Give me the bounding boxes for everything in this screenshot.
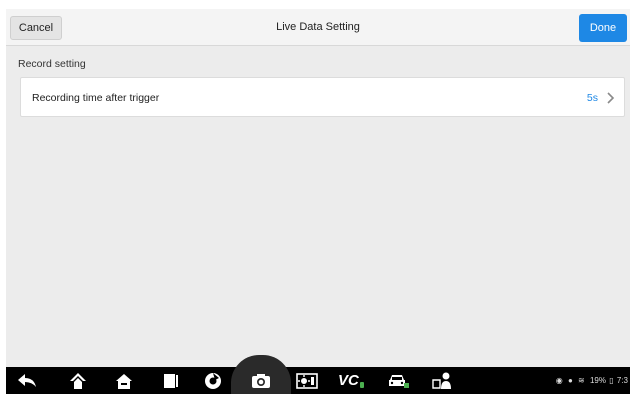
user-icon[interactable] <box>431 370 455 391</box>
back-icon[interactable] <box>16 370 38 391</box>
recording-time-label: Recording time after trigger <box>32 92 160 104</box>
done-button[interactable]: Done <box>579 14 627 42</box>
chevron-right-icon <box>604 91 616 105</box>
location-icon: ◉ <box>555 376 563 385</box>
status-bar: ◉ ● ≋ 19% ▯ 7:3 <box>553 367 628 394</box>
sync-icon: ● <box>567 376 573 385</box>
recording-time-row[interactable]: Recording time after trigger 5s <box>20 77 625 117</box>
vci-status-dot <box>359 381 364 388</box>
top-bar: Cancel Live Data Setting Done <box>6 9 630 46</box>
recording-time-value: 5s <box>586 92 598 104</box>
wifi-icon: ≋ <box>578 376 585 385</box>
clock: 7:3 <box>616 376 628 385</box>
browser-icon[interactable] <box>202 370 224 391</box>
vci-icon[interactable]: VC <box>338 370 364 391</box>
vci-label: VC <box>338 372 359 389</box>
vehicle-icon[interactable] <box>386 370 410 391</box>
display-icon[interactable] <box>295 370 319 391</box>
camera-icon[interactable] <box>250 370 272 391</box>
battery-level: 19% <box>589 376 606 385</box>
battery-icon: ▯ <box>609 376 614 385</box>
home-icon[interactable] <box>113 370 135 391</box>
cancel-button[interactable]: Cancel <box>10 16 62 40</box>
page-title: Live Data Setting <box>276 21 360 33</box>
recent-apps-icon[interactable] <box>159 370 181 391</box>
app-screen: Cancel Live Data Setting Done Record set… <box>6 9 630 394</box>
home-up-icon[interactable] <box>67 370 89 391</box>
section-label: Record setting <box>18 58 86 70</box>
navigation-bar: VC ◉ ● ≋ 19% ▯ 7:3 <box>6 355 630 394</box>
